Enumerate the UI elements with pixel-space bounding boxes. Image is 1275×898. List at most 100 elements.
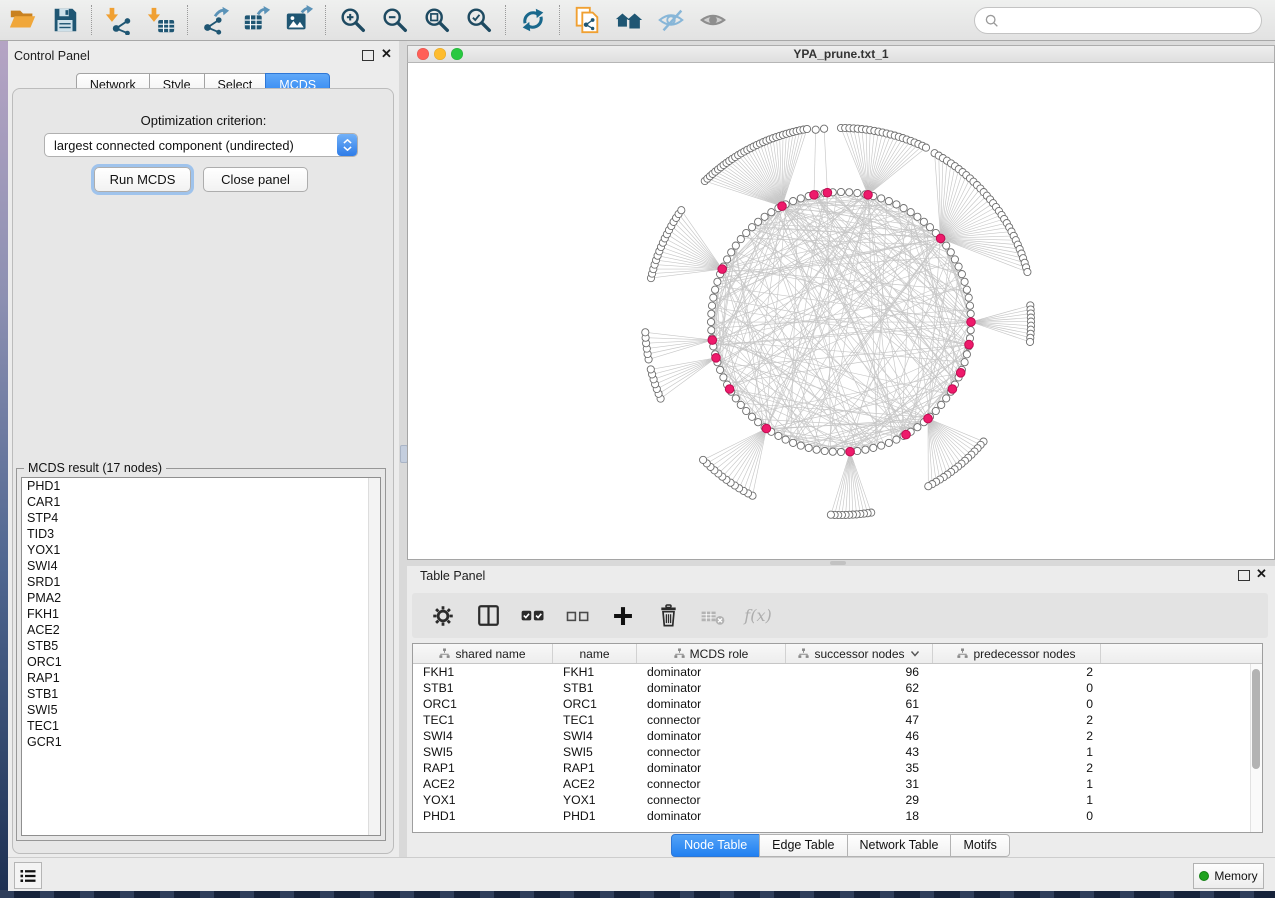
export-table-button[interactable] (240, 3, 274, 37)
cell-successor-nodes[interactable]: 35 (786, 761, 933, 775)
network-graph[interactable] (408, 63, 1274, 558)
show-all-button[interactable] (696, 3, 730, 37)
cell-predecessor-nodes[interactable]: 2 (933, 713, 1101, 727)
table-row[interactable]: SWI4SWI4dominator462 (413, 728, 1250, 744)
list-item[interactable]: GCR1 (22, 734, 380, 750)
cell-name[interactable]: STB1 (553, 681, 637, 695)
cell-successor-nodes[interactable]: 61 (786, 697, 933, 711)
cell-predecessor-nodes[interactable]: 2 (933, 665, 1101, 679)
network-canvas[interactable] (407, 63, 1275, 560)
cell-shared-name[interactable]: SWI4 (413, 729, 553, 743)
table-row[interactable]: RAP1RAP1dominator352 (413, 760, 1250, 776)
delete-icon[interactable] (653, 601, 683, 631)
list-item[interactable]: SRD1 (22, 574, 380, 590)
zoom-selected-button[interactable] (462, 3, 496, 37)
cell-predecessor-nodes[interactable]: 1 (933, 793, 1101, 807)
cell-shared-name[interactable]: RAP1 (413, 761, 553, 775)
cell-MCDS-role[interactable]: dominator (637, 761, 786, 775)
cell-predecessor-nodes[interactable]: 1 (933, 777, 1101, 791)
column-header-predecessor-nodes[interactable]: predecessor nodes (933, 644, 1101, 663)
close-panel-button[interactable]: Close panel (203, 167, 308, 192)
list-item[interactable]: PMA2 (22, 590, 380, 606)
list-item[interactable]: RAP1 (22, 670, 380, 686)
select-all-icon[interactable] (518, 601, 548, 631)
cell-shared-name[interactable]: ACE2 (413, 777, 553, 791)
list-item[interactable]: SWI4 (22, 558, 380, 574)
cell-predecessor-nodes[interactable]: 0 (933, 809, 1101, 823)
export-image-button[interactable] (282, 3, 316, 37)
cell-predecessor-nodes[interactable]: 2 (933, 761, 1101, 775)
table-scrollbar-thumb[interactable] (1252, 669, 1260, 769)
list-item[interactable]: FKH1 (22, 606, 380, 622)
list-item[interactable]: ACE2 (22, 622, 380, 638)
table-row[interactable]: PHD1PHD1dominator180 (413, 808, 1250, 824)
memory-button[interactable]: Memory (1193, 863, 1264, 889)
duplicate-network-button[interactable] (570, 3, 604, 37)
table-float-window-icon[interactable] (1238, 570, 1250, 581)
cell-MCDS-role[interactable]: connector (637, 777, 786, 791)
close-panel-icon[interactable]: ✕ (381, 49, 392, 59)
tab-motifs[interactable]: Motifs (950, 834, 1009, 857)
list-item[interactable]: PHD1 (22, 478, 380, 494)
search-input[interactable] (1000, 12, 1261, 29)
list-item[interactable]: STB5 (22, 638, 380, 654)
zoom-out-button[interactable] (378, 3, 412, 37)
first-neighbors-button[interactable] (612, 3, 646, 37)
cell-predecessor-nodes[interactable]: 2 (933, 729, 1101, 743)
list-item[interactable]: STB1 (22, 686, 380, 702)
cell-MCDS-role[interactable]: dominator (637, 665, 786, 679)
table-scrollbar[interactable] (1250, 664, 1262, 832)
list-item[interactable]: TEC1 (22, 718, 380, 734)
cell-name[interactable]: TEC1 (553, 713, 637, 727)
export-network-button[interactable] (198, 3, 232, 37)
zoom-fit-button[interactable] (420, 3, 454, 37)
tab-network-table[interactable]: Network Table (847, 834, 952, 857)
cell-MCDS-role[interactable]: connector (637, 793, 786, 807)
cell-MCDS-role[interactable]: connector (637, 745, 786, 759)
table-row[interactable]: STB1STB1dominator620 (413, 680, 1250, 696)
table-close-panel-icon[interactable]: ✕ (1256, 569, 1267, 579)
cell-name[interactable]: RAP1 (553, 761, 637, 775)
table-row[interactable]: TEC1TEC1connector472 (413, 712, 1250, 728)
cell-shared-name[interactable]: STB1 (413, 681, 553, 695)
cell-successor-nodes[interactable]: 46 (786, 729, 933, 743)
cell-name[interactable]: PHD1 (553, 809, 637, 823)
list-item[interactable]: SWI5 (22, 702, 380, 718)
cell-successor-nodes[interactable]: 18 (786, 809, 933, 823)
list-item[interactable]: CAR1 (22, 494, 380, 510)
cell-name[interactable]: ACE2 (553, 777, 637, 791)
cell-shared-name[interactable]: PHD1 (413, 809, 553, 823)
cell-shared-name[interactable]: ORC1 (413, 697, 553, 711)
cell-shared-name[interactable]: FKH1 (413, 665, 553, 679)
list-item[interactable]: ORC1 (22, 654, 380, 670)
cell-MCDS-role[interactable]: connector (637, 713, 786, 727)
zoom-in-button[interactable] (336, 3, 370, 37)
cell-shared-name[interactable]: TEC1 (413, 713, 553, 727)
import-network-button[interactable] (102, 3, 136, 37)
table-row[interactable]: YOX1YOX1connector291 (413, 792, 1250, 808)
cell-name[interactable]: ORC1 (553, 697, 637, 711)
table-row[interactable]: FKH1FKH1dominator962 (413, 664, 1250, 680)
cell-name[interactable]: FKH1 (553, 665, 637, 679)
cell-predecessor-nodes[interactable]: 0 (933, 681, 1101, 695)
gear-icon[interactable] (428, 601, 458, 631)
cell-successor-nodes[interactable]: 43 (786, 745, 933, 759)
column-header-shared-name[interactable]: shared name (413, 644, 553, 663)
list-item[interactable]: STP4 (22, 510, 380, 526)
column-header-MCDS-role[interactable]: MCDS role (637, 644, 786, 663)
cell-shared-name[interactable]: YOX1 (413, 793, 553, 807)
run-mcds-button[interactable]: Run MCDS (94, 167, 191, 192)
cell-MCDS-role[interactable]: dominator (637, 729, 786, 743)
deselect-all-icon[interactable] (563, 601, 593, 631)
table-row[interactable]: ORC1ORC1dominator610 (413, 696, 1250, 712)
table-row[interactable]: SWI5SWI5connector431 (413, 744, 1250, 760)
criterion-dropdown[interactable]: largest connected component (undirected) (44, 133, 358, 157)
cell-predecessor-nodes[interactable]: 1 (933, 745, 1101, 759)
hide-selected-button[interactable] (654, 3, 688, 37)
cell-name[interactable]: SWI5 (553, 745, 637, 759)
add-column-icon[interactable] (608, 601, 638, 631)
task-history-button[interactable] (14, 862, 42, 889)
cell-successor-nodes[interactable]: 47 (786, 713, 933, 727)
column-header-successor-nodes[interactable]: successor nodes (786, 644, 933, 663)
horizontal-splitter-grip[interactable] (830, 561, 846, 565)
